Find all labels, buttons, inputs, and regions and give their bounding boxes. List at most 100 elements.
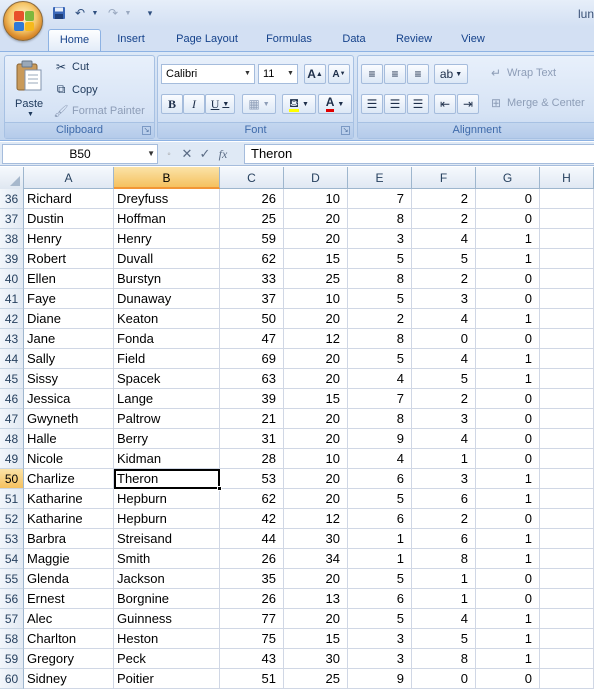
row-header[interactable]: 54 [0,549,24,569]
cell-a43[interactable]: Jane [24,329,114,349]
cell-h57[interactable] [540,609,594,629]
cell-e41[interactable]: 5 [348,289,412,309]
cell-a44[interactable]: Sally [24,349,114,369]
cell-b37[interactable]: Hoffman [114,209,220,229]
cell-b57[interactable]: Guinness [114,609,220,629]
cell-c45[interactable]: 63 [220,369,284,389]
row-header[interactable]: 51 [0,489,24,509]
cell-c60[interactable]: 51 [220,669,284,689]
cell-e51[interactable]: 5 [348,489,412,509]
cell-g39[interactable]: 1 [476,249,540,269]
cell-b49[interactable]: Kidman [114,449,220,469]
cell-b47[interactable]: Paltrow [114,409,220,429]
cell-f46[interactable]: 2 [412,389,476,409]
row-header[interactable]: 39 [0,249,24,269]
row-header[interactable]: 37 [0,209,24,229]
cell-f49[interactable]: 1 [412,449,476,469]
format-painter-button[interactable]: 🖌 Format Painter [53,104,144,118]
cell-c55[interactable]: 35 [220,569,284,589]
wrap-text-button[interactable]: ↵ Wrap Text [488,66,556,80]
cell-d59[interactable]: 30 [284,649,348,669]
cell-d56[interactable]: 13 [284,589,348,609]
cell-c59[interactable]: 43 [220,649,284,669]
row-header[interactable]: 40 [0,269,24,289]
cell-f55[interactable]: 1 [412,569,476,589]
cell-e40[interactable]: 8 [348,269,412,289]
shrink-font-button[interactable]: A ▼ [328,64,350,84]
cell-e39[interactable]: 5 [348,249,412,269]
cell-g58[interactable]: 1 [476,629,540,649]
cell-e36[interactable]: 7 [348,189,412,209]
cell-a38[interactable]: Henry [24,229,114,249]
fill-handle[interactable] [217,486,222,491]
cell-c37[interactable]: 25 [220,209,284,229]
row-header[interactable]: 55 [0,569,24,589]
cell-g45[interactable]: 1 [476,369,540,389]
column-header-d[interactable]: D [284,167,348,189]
cell-f54[interactable]: 8 [412,549,476,569]
cell-g55[interactable]: 0 [476,569,540,589]
cell-f42[interactable]: 4 [412,309,476,329]
cell-h56[interactable] [540,589,594,609]
cell-d38[interactable]: 20 [284,229,348,249]
save-icon[interactable] [51,5,67,21]
insert-function-icon[interactable]: fx [214,147,232,162]
select-all-button[interactable] [0,167,24,189]
cell-b53[interactable]: Streisand [114,529,220,549]
cell-e37[interactable]: 8 [348,209,412,229]
cell-e53[interactable]: 1 [348,529,412,549]
cell-h46[interactable] [540,389,594,409]
enter-icon[interactable]: ✓ [196,146,214,162]
cell-h44[interactable] [540,349,594,369]
cell-g41[interactable]: 0 [476,289,540,309]
undo-dropdown-icon[interactable]: ▼ [91,5,99,21]
cell-e54[interactable]: 1 [348,549,412,569]
cell-c42[interactable]: 50 [220,309,284,329]
cell-a42[interactable]: Diane [24,309,114,329]
cell-f52[interactable]: 2 [412,509,476,529]
cell-g42[interactable]: 1 [476,309,540,329]
cell-b48[interactable]: Berry [114,429,220,449]
copy-button[interactable]: ⧉ Copy [53,82,98,97]
font-launcher-icon[interactable]: ↘ [341,126,350,135]
cell-h36[interactable] [540,189,594,209]
cell-g46[interactable]: 0 [476,389,540,409]
cell-c47[interactable]: 21 [220,409,284,429]
paste-button[interactable]: Paste ▼ [8,58,50,122]
cell-b54[interactable]: Smith [114,549,220,569]
row-header[interactable]: 60 [0,669,24,689]
cell-c44[interactable]: 69 [220,349,284,369]
cell-e42[interactable]: 2 [348,309,412,329]
cell-d55[interactable]: 20 [284,569,348,589]
cell-e44[interactable]: 5 [348,349,412,369]
cell-a49[interactable]: Nicole [24,449,114,469]
row-header[interactable]: 49 [0,449,24,469]
cell-a39[interactable]: Robert [24,249,114,269]
cell-b42[interactable]: Keaton [114,309,220,329]
cell-c53[interactable]: 44 [220,529,284,549]
cell-b55[interactable]: Jackson [114,569,220,589]
cell-f56[interactable]: 1 [412,589,476,609]
tab-review[interactable]: Review [387,29,441,51]
cell-d39[interactable]: 15 [284,249,348,269]
cell-h53[interactable] [540,529,594,549]
cell-d40[interactable]: 25 [284,269,348,289]
cell-e47[interactable]: 8 [348,409,412,429]
cell-e57[interactable]: 5 [348,609,412,629]
cell-g54[interactable]: 1 [476,549,540,569]
cell-h48[interactable] [540,429,594,449]
cell-f60[interactable]: 0 [412,669,476,689]
formula-input[interactable]: Theron [244,144,594,164]
cell-d50[interactable]: 20 [284,469,348,489]
cell-a48[interactable]: Halle [24,429,114,449]
cell-f47[interactable]: 3 [412,409,476,429]
cell-e43[interactable]: 8 [348,329,412,349]
cell-e46[interactable]: 7 [348,389,412,409]
font-name-combo[interactable]: Calibri ▼ [161,64,255,84]
cell-c57[interactable]: 77 [220,609,284,629]
cell-h58[interactable] [540,629,594,649]
row-header[interactable]: 38 [0,229,24,249]
borders-button[interactable]: ▦ ▼ [242,94,276,114]
cell-c46[interactable]: 39 [220,389,284,409]
column-header-c[interactable]: C [220,167,284,189]
